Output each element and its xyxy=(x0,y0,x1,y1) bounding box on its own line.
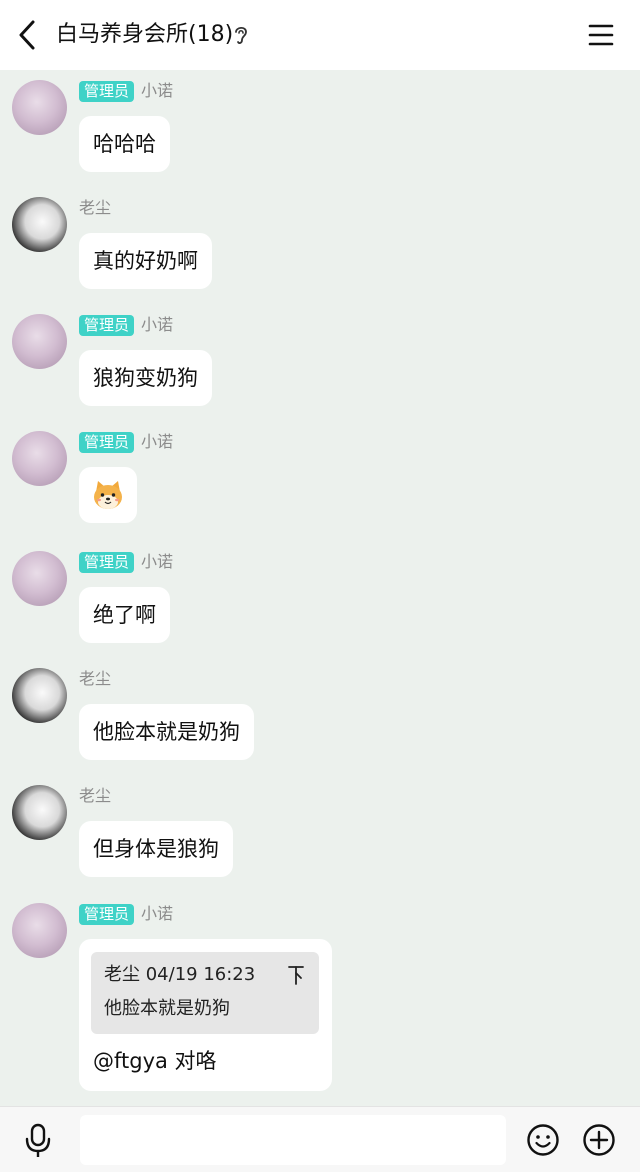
message-meta: 老尘 xyxy=(79,197,111,219)
quoted-text: 他脸本就是奶狗 xyxy=(104,998,230,1019)
admin-badge: 管理员 xyxy=(79,431,135,453)
smiley-icon xyxy=(527,1124,559,1156)
hamburger-menu-icon xyxy=(588,24,614,46)
sender-name: 小诺 xyxy=(141,81,174,100)
message-bubble[interactable]: 哈哈哈 xyxy=(79,116,170,172)
chevron-left-icon xyxy=(19,20,35,50)
message-meta: 老尘 xyxy=(79,668,111,690)
sender-name: 小诺 xyxy=(141,552,174,571)
avatar[interactable] xyxy=(12,668,67,723)
title-bar: 白马养身会所(18) xyxy=(0,0,640,70)
avatar[interactable] xyxy=(12,431,67,486)
plus-circle-icon xyxy=(583,1124,615,1156)
admin-badge: 管理员 xyxy=(79,903,135,925)
avatar[interactable] xyxy=(12,80,67,135)
admin-badge: 管理员 xyxy=(79,80,135,102)
input-bar xyxy=(0,1106,640,1172)
message-bubble[interactable]: 但身体是狼狗 xyxy=(79,821,233,877)
microphone-icon xyxy=(25,1123,51,1157)
message-meta: 管理员 小诺 xyxy=(79,80,173,102)
message-text: @ftgya 对咯 xyxy=(93,1049,217,1073)
message-bubble[interactable]: 绝了啊 xyxy=(79,587,170,643)
message-meta: 管理员 小诺 xyxy=(79,551,173,573)
message-bubble[interactable]: 狼狗变奶狗 xyxy=(79,350,212,406)
sender-name: 小诺 xyxy=(141,904,174,923)
message-input[interactable] xyxy=(80,1115,506,1165)
avatar[interactable] xyxy=(12,197,67,252)
sender-name: 老尘 xyxy=(79,786,112,805)
quoted-header: 老尘 04/19 16:23 xyxy=(104,964,256,985)
voice-button[interactable] xyxy=(22,1123,54,1159)
chat-title: 白马养身会所(18) xyxy=(56,22,234,47)
message-meta: 管理员 小诺 xyxy=(79,431,173,453)
quoted-message[interactable]: 老尘 04/19 16:23 他脸本就是奶狗 xyxy=(91,952,319,1034)
sticker-bubble[interactable] xyxy=(79,467,137,523)
avatar[interactable] xyxy=(12,314,67,369)
message-list[interactable]: 管理员 小诺 哈哈哈 老尘 真的好奶啊 管理员 小诺 狼狗变奶狗 管理员 小诺 xyxy=(0,70,640,1106)
emoji-button[interactable] xyxy=(526,1123,560,1157)
reply-message-bubble[interactable]: 老尘 04/19 16:23 他脸本就是奶狗 @ftgya 对咯 xyxy=(79,939,332,1091)
more-button[interactable] xyxy=(582,1123,616,1157)
message-meta: 老尘 xyxy=(79,785,111,807)
avatar[interactable] xyxy=(12,551,67,606)
ear-icon xyxy=(235,26,247,44)
message-bubble[interactable]: 真的好奶啊 xyxy=(79,233,212,289)
back-button[interactable] xyxy=(14,18,44,52)
message-meta: 管理员 小诺 xyxy=(79,903,173,925)
shiba-dog-emoji-icon xyxy=(94,481,122,509)
menu-button[interactable] xyxy=(586,20,616,50)
avatar[interactable] xyxy=(12,785,67,840)
message-bubble[interactable]: 他脸本就是奶狗 xyxy=(79,704,254,760)
admin-badge: 管理员 xyxy=(79,551,135,573)
sender-name: 小诺 xyxy=(141,315,174,334)
avatar[interactable] xyxy=(12,903,67,958)
jump-to-original-icon[interactable] xyxy=(287,964,305,986)
sender-name: 老尘 xyxy=(79,198,112,217)
sender-name: 老尘 xyxy=(79,669,112,688)
sender-name: 小诺 xyxy=(141,432,174,451)
message-meta: 管理员 小诺 xyxy=(79,314,173,336)
admin-badge: 管理员 xyxy=(79,314,135,336)
